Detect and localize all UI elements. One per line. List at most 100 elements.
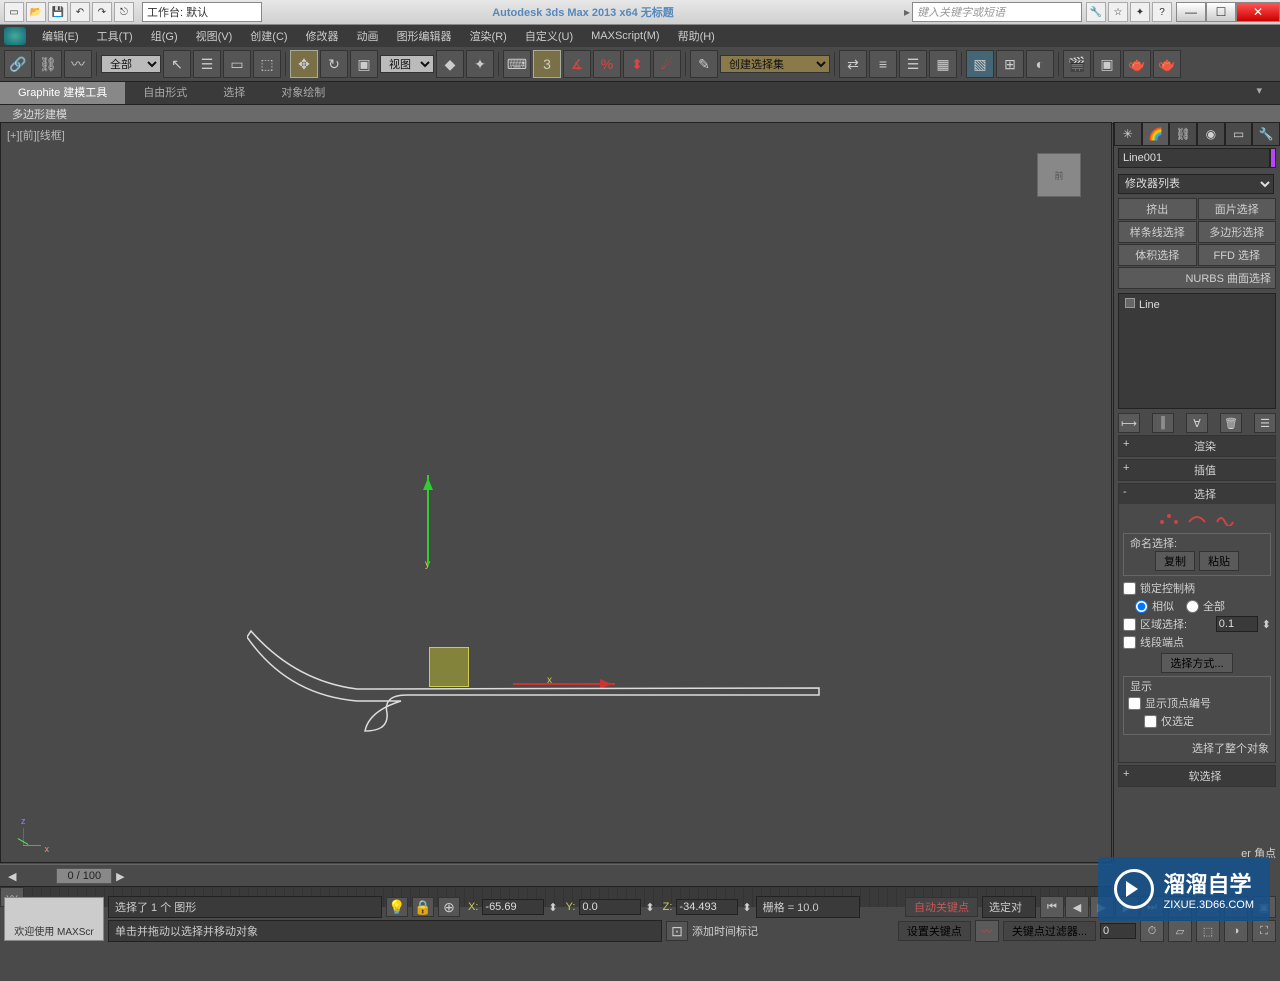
select-name-icon[interactable]: ☰ [193,50,221,78]
ribbon-expand-icon[interactable]: ▾ [1238,82,1280,104]
x-coord-input[interactable] [482,899,544,915]
rollout-select[interactable]: 选择 [1139,486,1271,502]
new-icon[interactable]: ▭ [4,2,24,22]
star-icon[interactable]: ☆ [1108,2,1128,22]
nav-maximize-icon[interactable]: ⛶ [1252,920,1276,942]
modifier-list[interactable]: 修改器列表 [1118,174,1274,194]
minimize-button[interactable]: — [1176,2,1206,22]
abs-rel-icon[interactable]: ⊕ [438,897,460,917]
select-by-button[interactable]: 选择方式... [1161,653,1232,673]
help-icon[interactable]: ? [1152,2,1172,22]
object-color-swatch[interactable] [1270,148,1276,168]
area-check[interactable] [1123,618,1136,631]
rollout-interp[interactable]: 插值 [1139,462,1271,478]
isolate-icon[interactable]: 💡 [386,897,408,917]
close-button[interactable]: ✕ [1236,2,1280,22]
snap-3d-icon[interactable]: 3 [533,50,561,78]
viewcube[interactable]: 前 [1037,153,1081,197]
link-icon[interactable]: 🔗 [4,50,32,78]
select-window-icon[interactable]: ⬚ [253,50,281,78]
mod-nurbs[interactable]: NURBS 曲面选择 [1118,267,1276,289]
timetag-label[interactable]: 添加时间标记 [692,923,758,939]
link-icon[interactable]: ⎋ [114,2,134,22]
align-icon[interactable]: ≡ [869,50,897,78]
current-frame-input[interactable] [1100,923,1136,939]
vertex-subobj-icon[interactable] [1159,512,1179,526]
lock-handles-check[interactable] [1123,582,1136,595]
keyboard-icon[interactable]: ⌨ [503,50,531,78]
menu-grapheditor[interactable]: 图形编辑器 [389,26,460,46]
fav-icon[interactable]: ✦ [1130,2,1150,22]
rollout-soft[interactable]: 软选择 [1139,768,1271,784]
mat-editor-icon[interactable]: ◐ [1026,50,1054,78]
utilities-tab-icon[interactable]: 🔧 [1252,122,1280,146]
key-mode-icon[interactable]: 〰 [975,920,999,942]
nav-arc-icon[interactable]: ◑ [1224,920,1248,942]
render-setup-icon[interactable]: 🎬 [1063,50,1091,78]
select-icon[interactable]: ↖ [163,50,191,78]
menu-help[interactable]: 帮助(H) [670,26,723,46]
modify-tab-icon[interactable]: 🌈 [1142,122,1170,146]
timetag-icon[interactable]: ⊡ [666,921,688,941]
setkey-button[interactable]: 设置关键点 [898,921,971,941]
mirror-icon[interactable]: ⇄ [839,50,867,78]
lock-icon[interactable]: 🔒 [412,897,434,917]
open-icon[interactable]: 📂 [26,2,46,22]
display-tab-icon[interactable]: ▭ [1225,122,1253,146]
goto-start-icon[interactable]: ⏮ [1040,896,1064,918]
select-rect-icon[interactable]: ▭ [223,50,251,78]
segment-subobj-icon[interactable] [1187,512,1207,526]
mod-extrude[interactable]: 挤出 [1118,198,1197,220]
undo-icon[interactable]: ↶ [70,2,90,22]
menu-maxscript[interactable]: MAXScript(M) [583,28,667,44]
menu-modifiers[interactable]: 修改器 [298,26,347,46]
search-input[interactable]: 键入关键字或短语 [912,2,1082,22]
layers-icon[interactable]: ☰ [899,50,927,78]
make-unique-icon[interactable]: ∀ [1186,413,1208,433]
only-selected-check[interactable] [1144,715,1157,728]
menu-tools[interactable]: 工具(T) [89,26,141,46]
motion-tab-icon[interactable]: ◉ [1197,122,1225,146]
workspace-selector[interactable]: 工作台: 默认 [142,2,262,22]
polymodeling-tab[interactable]: 多边形建模 [4,105,75,123]
spline-shape[interactable] [247,623,847,753]
all-radio[interactable] [1186,600,1199,613]
menu-edit[interactable]: 编辑(E) [34,26,87,46]
snap-icon[interactable]: ☄ [653,50,681,78]
viewport[interactable]: [+][前][线框] 前 y x z x [0,122,1112,863]
timeslider-handle[interactable]: 0 / 100 [56,868,112,884]
selset-field[interactable]: 选定对 [982,896,1036,918]
bind-icon[interactable]: 〰 [64,50,92,78]
render-icon[interactable]: 🫖 [1123,50,1151,78]
nav-fov-icon[interactable]: ▱ [1168,920,1192,942]
menu-view[interactable]: 视图(V) [188,26,241,46]
ribbon-objpaint[interactable]: 对象绘制 [263,82,343,104]
ribbon-freeform[interactable]: 自由形式 [125,82,205,104]
menu-render[interactable]: 渲染(R) [462,26,515,46]
mod-polysel[interactable]: 多边形选择 [1198,221,1277,243]
mod-volsel[interactable]: 体积选择 [1118,244,1197,266]
time-slider[interactable]: ◀ 0 / 100 ▶ [0,864,1112,887]
menu-customize[interactable]: 自定义(U) [517,26,581,46]
edit-named-icon[interactable]: ✎ [690,50,718,78]
ribbon-select[interactable]: 选择 [205,82,263,104]
autokey-button[interactable]: 自动关键点 [905,897,978,917]
show-vertnum-check[interactable] [1128,697,1141,710]
curve-editor-icon[interactable]: ▧ [966,50,994,78]
render-frame-icon[interactable]: ▣ [1093,50,1121,78]
axis-y-icon[interactable] [427,475,429,565]
menu-group[interactable]: 组(G) [143,26,186,46]
redo-icon[interactable]: ↷ [92,2,112,22]
maxscript-listener[interactable]: 欢迎使用 MAXScr [4,897,104,941]
render-prod-icon[interactable]: 🫖 [1153,50,1181,78]
angle-snap-icon[interactable]: ∡ [563,50,591,78]
info-icon[interactable]: 🔧 [1086,2,1106,22]
manip-icon[interactable]: ✦ [466,50,494,78]
mod-ffdsel[interactable]: FFD 选择 [1198,244,1277,266]
configure-icon[interactable]: ☰ [1254,413,1276,433]
stack-item-line[interactable]: Line [1121,296,1273,313]
object-name-input[interactable] [1118,148,1270,168]
rotate-icon[interactable]: ↻ [320,50,348,78]
menu-animation[interactable]: 动画 [349,26,387,46]
remove-mod-icon[interactable]: 🗑 [1220,413,1242,433]
